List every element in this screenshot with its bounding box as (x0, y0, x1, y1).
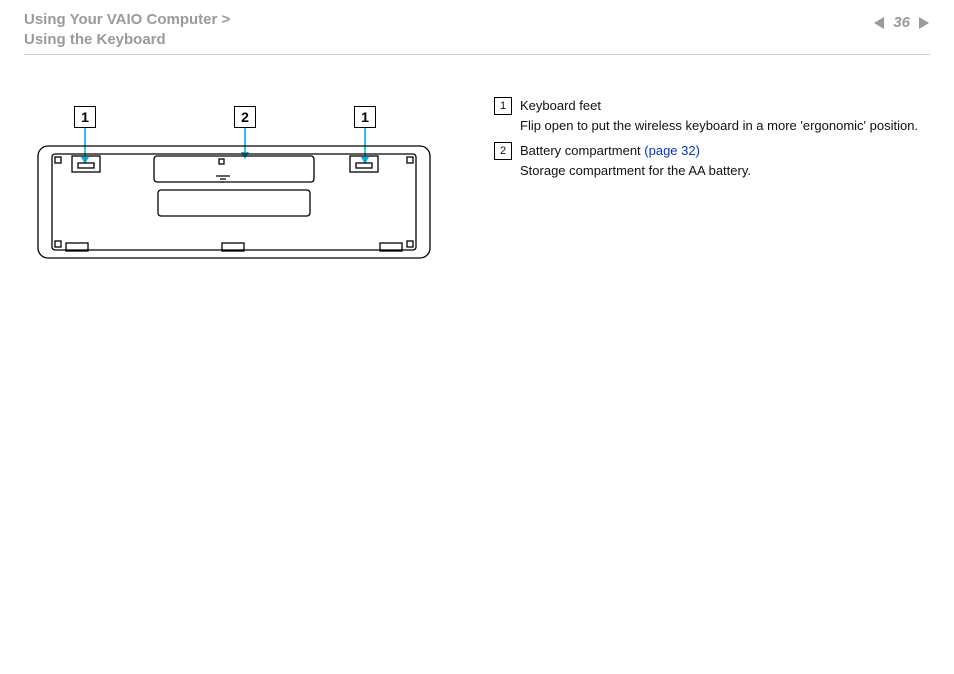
prev-page-icon[interactable] (873, 16, 887, 30)
breadcrumb-line2: Using the Keyboard (24, 31, 166, 48)
page-nav: 36 (873, 14, 930, 31)
item-number-box: 1 (494, 97, 512, 115)
breadcrumb-line1: Using Your VAIO Computer > (24, 11, 230, 28)
header-divider (24, 54, 930, 55)
list-item: 1 Keyboard feet Flip open to put the wir… (494, 96, 930, 135)
next-page-icon[interactable] (916, 16, 930, 30)
callout-2: 2 (234, 106, 256, 128)
item-title: Battery compartment (520, 143, 644, 158)
item-title: Keyboard feet (520, 98, 601, 113)
list-item: 2 Battery compartment (page 32) Storage … (494, 141, 930, 180)
callout-1-left: 1 (74, 106, 96, 128)
item-desc: Storage compartment for the AA battery. (520, 161, 930, 181)
item-desc: Flip open to put the wireless keyboard i… (520, 116, 930, 136)
page-ref-link[interactable]: (page 32) (644, 143, 700, 158)
keyboard-diagram: 1 2 1 (24, 96, 454, 271)
item-number-box: 2 (494, 142, 512, 160)
callout-1-right: 1 (354, 106, 376, 128)
page-number: 36 (893, 14, 910, 31)
description-list: 1 Keyboard feet Flip open to put the wir… (494, 96, 930, 271)
breadcrumb: Using Your VAIO Computer > Using the Key… (24, 10, 230, 49)
